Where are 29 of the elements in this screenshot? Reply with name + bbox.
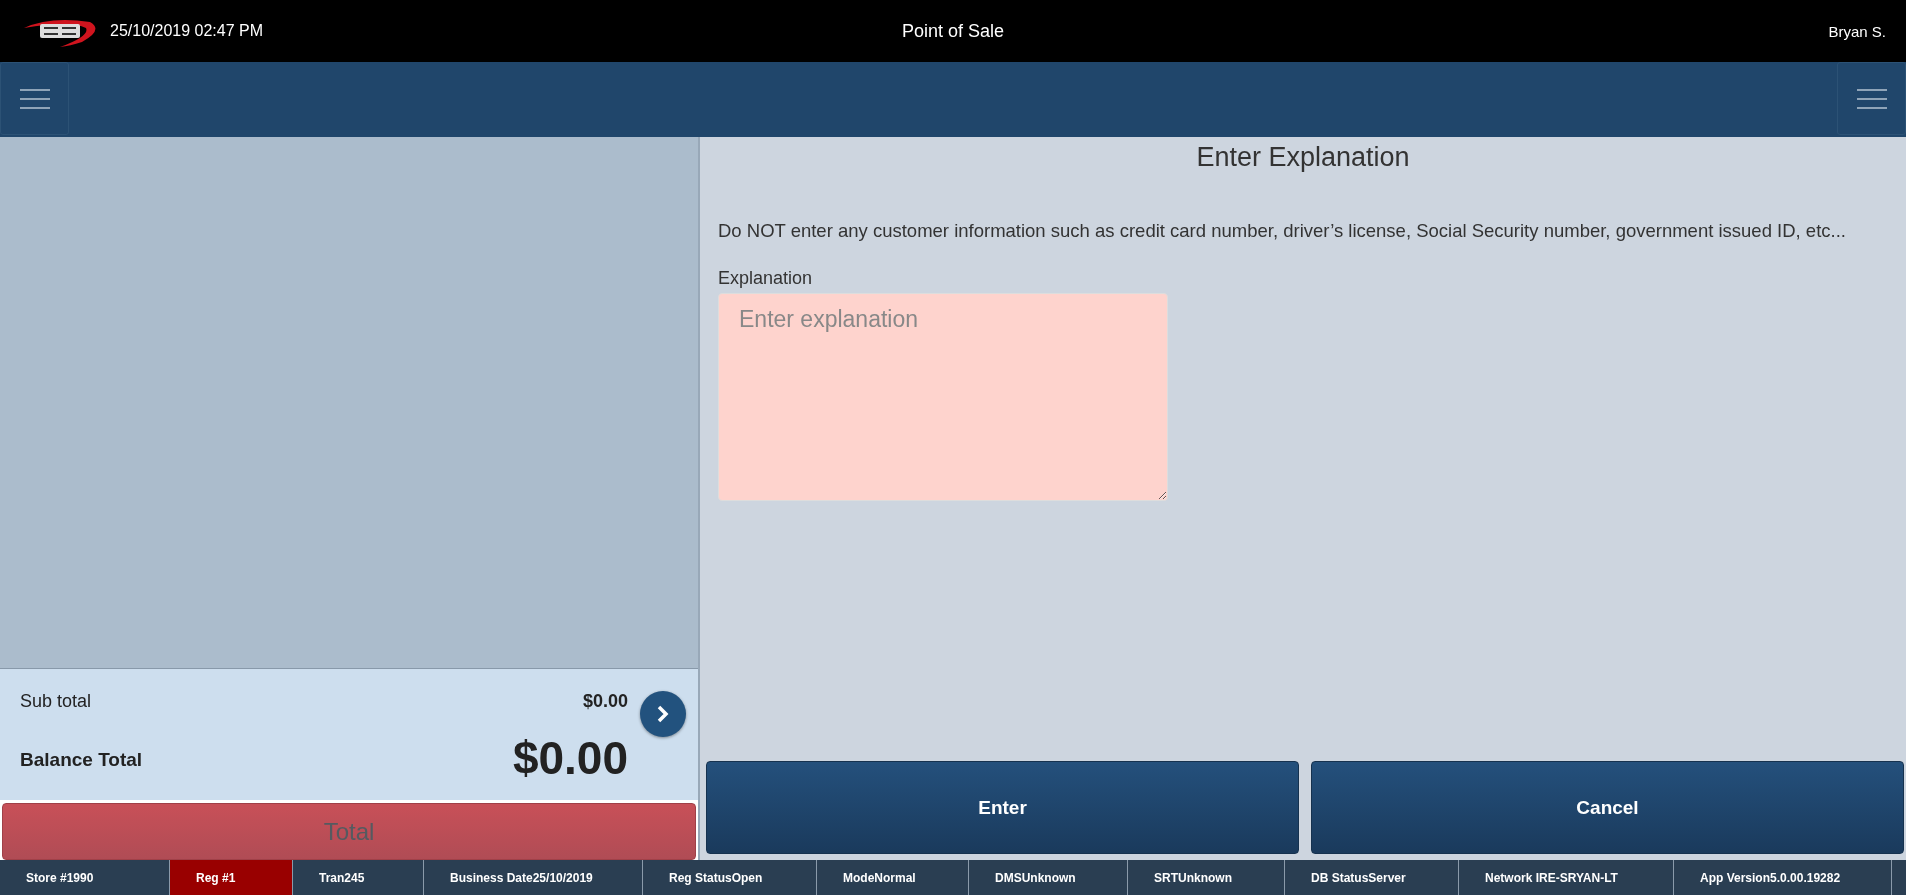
balance-label: Balance Total [20,749,144,772]
balance-value: $0.00 [512,731,628,786]
explanation-field[interactable]: Enter explanation [718,293,1168,501]
warning-text: Do NOT enter any customer information such as credit card number, driver’s license, Social Security number, government issued ID, etc... [718,219,1847,243]
status-item: DMSUnknown [969,860,1128,895]
menu-icon [1856,87,1887,110]
subtotal-value: $0.00 [581,691,628,713]
field-label: Explanation [718,268,814,289]
status-item: Business Date25/10/2019 [424,860,643,895]
status-item: Reg StatusOpen [643,860,817,895]
next-button[interactable] [640,691,686,737]
subtotal-label: Sub total [20,691,93,713]
status-item: ModeNormal [817,860,969,895]
menu-icon [19,87,50,110]
date-time: 25/10/2019 02:47 PM [110,22,263,40]
status-item: DB StatusServer [1285,860,1459,895]
status-item: App Version5.0.00.19282 [1674,860,1892,895]
menu-button[interactable] [1837,62,1906,135]
user-name: Bryan S. [1828,22,1886,40]
status-item: Reg #1 [170,860,293,895]
status-item: Tran245 [293,860,424,895]
menu-button[interactable] [0,62,69,135]
cancel-button[interactable]: Cancel [1311,761,1904,854]
status-item: Network IRE-SRYAN-LT [1459,860,1674,895]
app-title: Point of Sale [901,20,1005,41]
enter-button[interactable]: Enter [706,761,1299,854]
chevron-right-icon [656,705,670,723]
status-item: SRTUnknown [1128,860,1285,895]
dialog-title: Enter Explanation [1195,142,1411,173]
